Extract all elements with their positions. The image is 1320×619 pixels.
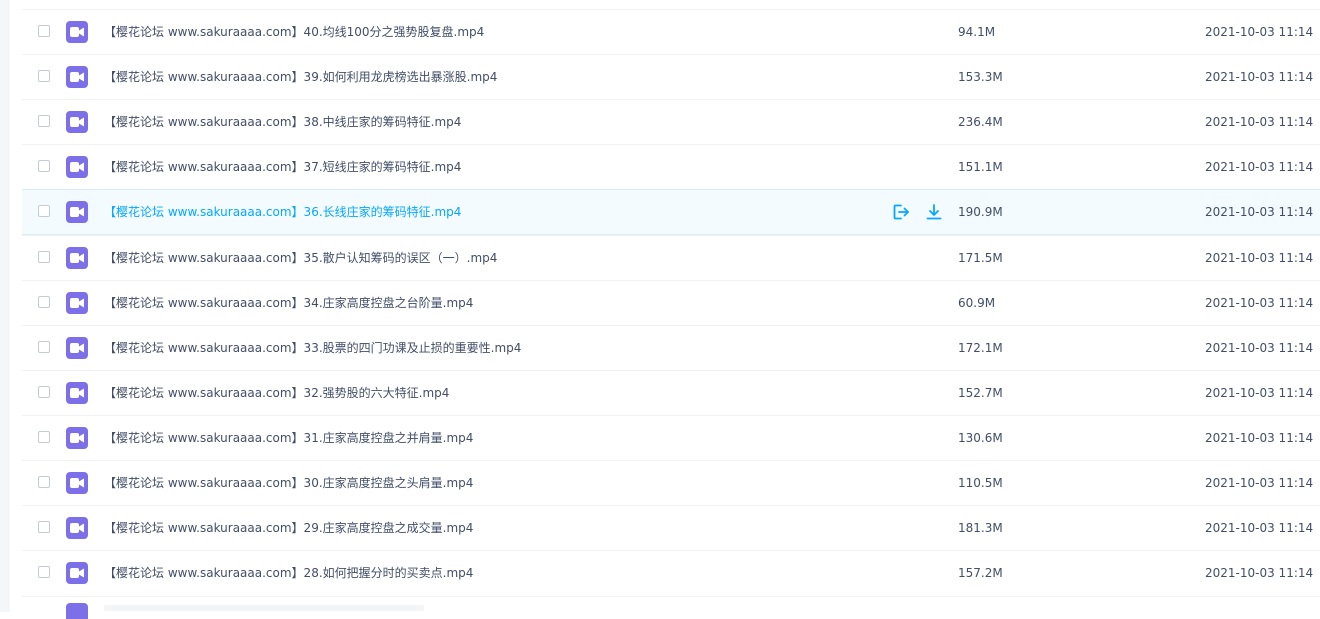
file-size: 190.9M <box>958 205 1003 219</box>
file-modified-date: 2021-10-03 11:14 <box>1205 386 1314 400</box>
video-file-icon <box>66 562 88 584</box>
file-row[interactable]: 【樱花论坛 www.sakuraaaa.com】34.庄家高度控盘之台阶量.mp… <box>22 280 1320 325</box>
row-checkbox[interactable] <box>38 431 50 443</box>
file-name[interactable]: 【樱花论坛 www.sakuraaaa.com】28.如何把握分时的买卖点.mp… <box>104 551 473 595</box>
file-name[interactable]: 【樱花论坛 www.sakuraaaa.com】37.短线庄家的筹码特征.mp4 <box>104 145 461 189</box>
file-modified-date: 2021-10-03 11:14 <box>1205 251 1314 265</box>
file-modified-date: 2021-10-03 11:14 <box>1205 160 1314 174</box>
download-icon[interactable] <box>925 203 943 221</box>
file-modified-date: 2021-10-03 11:14 <box>1205 205 1314 219</box>
file-list: 【樱花论坛 www.sakuraaaa.com】40.均线100分之强势股复盘.… <box>22 9 1320 595</box>
share-icon[interactable] <box>892 203 910 221</box>
row-checkbox[interactable] <box>38 25 50 37</box>
file-size: 60.9M <box>958 296 996 310</box>
file-row[interactable]: 【樱花论坛 www.sakuraaaa.com】35.散户认知筹码的误区（一）.… <box>22 235 1320 280</box>
file-row[interactable]: 【樱花论坛 www.sakuraaaa.com】33.股票的四门功课及止损的重要… <box>22 325 1320 370</box>
file-name[interactable]: 【樱花论坛 www.sakuraaaa.com】39.如何利用龙虎榜选出暴涨股.… <box>104 55 497 99</box>
file-modified-date: 2021-10-03 11:14 <box>1205 341 1314 355</box>
file-row-hovered[interactable]: 【樱花论坛 www.sakuraaaa.com】36.长线庄家的筹码特征.mp4… <box>22 189 1320 235</box>
file-size: 152.7M <box>958 386 1003 400</box>
file-name[interactable]: 【樱花论坛 www.sakuraaaa.com】31.庄家高度控盘之并肩量.mp… <box>104 416 473 460</box>
file-size: 172.1M <box>958 341 1003 355</box>
video-file-icon <box>66 66 88 88</box>
file-modified-date: 2021-10-03 11:14 <box>1205 431 1314 445</box>
file-size: 151.1M <box>958 160 1003 174</box>
row-checkbox[interactable] <box>38 115 50 127</box>
cut-off-file-name <box>104 605 424 611</box>
file-size: 181.3M <box>958 521 1003 535</box>
file-modified-date: 2021-10-03 11:14 <box>1205 115 1314 129</box>
file-size: 110.5M <box>958 476 1003 490</box>
video-file-icon <box>66 201 88 223</box>
row-checkbox[interactable] <box>38 296 50 308</box>
video-file-icon <box>66 603 88 619</box>
row-checkbox[interactable] <box>38 521 50 533</box>
row-checkbox[interactable] <box>38 341 50 353</box>
row-checkbox[interactable] <box>38 386 50 398</box>
row-checkbox[interactable] <box>38 251 50 263</box>
left-panel-edge <box>0 0 10 612</box>
file-name[interactable]: 【樱花论坛 www.sakuraaaa.com】40.均线100分之强势股复盘.… <box>104 10 484 54</box>
file-name[interactable]: 【樱花论坛 www.sakuraaaa.com】33.股票的四门功课及止损的重要… <box>104 326 521 370</box>
file-name[interactable]: 【樱花论坛 www.sakuraaaa.com】32.强势股的六大特征.mp4 <box>104 371 449 415</box>
file-modified-date: 2021-10-03 11:14 <box>1205 476 1314 490</box>
row-checkbox[interactable] <box>38 70 50 82</box>
video-file-icon <box>66 21 88 43</box>
file-name[interactable]: 【樱花论坛 www.sakuraaaa.com】29.庄家高度控盘之成交量.mp… <box>104 506 473 550</box>
file-modified-date: 2021-10-03 11:14 <box>1205 70 1314 84</box>
video-file-icon <box>66 472 88 494</box>
file-name[interactable]: 【樱花论坛 www.sakuraaaa.com】38.中线庄家的筹码特征.mp4 <box>104 100 461 144</box>
file-row[interactable]: 【樱花论坛 www.sakuraaaa.com】32.强势股的六大特征.mp4 … <box>22 370 1320 415</box>
video-file-icon <box>66 382 88 404</box>
file-modified-date: 2021-10-03 11:14 <box>1205 566 1314 580</box>
row-checkbox[interactable] <box>38 566 50 578</box>
file-name[interactable]: 【樱花论坛 www.sakuraaaa.com】35.散户认知筹码的误区（一）.… <box>104 236 497 280</box>
file-modified-date: 2021-10-03 11:14 <box>1205 521 1314 535</box>
file-name[interactable]: 【樱花论坛 www.sakuraaaa.com】30.庄家高度控盘之头肩量.mp… <box>104 461 473 505</box>
file-size: 153.3M <box>958 70 1003 84</box>
file-row[interactable]: 【樱花论坛 www.sakuraaaa.com】29.庄家高度控盘之成交量.mp… <box>22 505 1320 550</box>
file-size: 130.6M <box>958 431 1003 445</box>
row-checkbox[interactable] <box>38 160 50 172</box>
file-modified-date: 2021-10-03 11:14 <box>1205 296 1314 310</box>
file-size: 236.4M <box>958 115 1003 129</box>
video-file-icon <box>66 427 88 449</box>
file-size: 94.1M <box>958 25 996 39</box>
file-row[interactable]: 【樱花论坛 www.sakuraaaa.com】38.中线庄家的筹码特征.mp4… <box>22 99 1320 144</box>
video-file-icon <box>66 247 88 269</box>
row-checkbox[interactable] <box>38 205 50 217</box>
row-checkbox[interactable] <box>38 476 50 488</box>
file-row[interactable]: 【樱花论坛 www.sakuraaaa.com】30.庄家高度控盘之头肩量.mp… <box>22 460 1320 505</box>
file-row[interactable]: 【樱花论坛 www.sakuraaaa.com】40.均线100分之强势股复盘.… <box>22 9 1320 54</box>
file-row[interactable]: 【樱花论坛 www.sakuraaaa.com】31.庄家高度控盘之并肩量.mp… <box>22 415 1320 460</box>
file-name[interactable]: 【樱花论坛 www.sakuraaaa.com】36.长线庄家的筹码特征.mp4 <box>104 190 461 234</box>
file-row[interactable]: 【樱花论坛 www.sakuraaaa.com】39.如何利用龙虎榜选出暴涨股.… <box>22 54 1320 99</box>
video-file-icon <box>66 156 88 178</box>
file-size: 157.2M <box>958 566 1003 580</box>
video-file-icon <box>66 111 88 133</box>
video-file-icon <box>66 517 88 539</box>
file-row-partial[interactable] <box>22 596 1320 619</box>
video-file-icon <box>66 292 88 314</box>
file-modified-date: 2021-10-03 11:14 <box>1205 25 1314 39</box>
file-size: 171.5M <box>958 251 1003 265</box>
file-row[interactable]: 【樱花论坛 www.sakuraaaa.com】28.如何把握分时的买卖点.mp… <box>22 550 1320 595</box>
file-name[interactable]: 【樱花论坛 www.sakuraaaa.com】34.庄家高度控盘之台阶量.mp… <box>104 281 473 325</box>
video-file-icon <box>66 337 88 359</box>
file-row[interactable]: 【樱花论坛 www.sakuraaaa.com】37.短线庄家的筹码特征.mp4… <box>22 144 1320 189</box>
